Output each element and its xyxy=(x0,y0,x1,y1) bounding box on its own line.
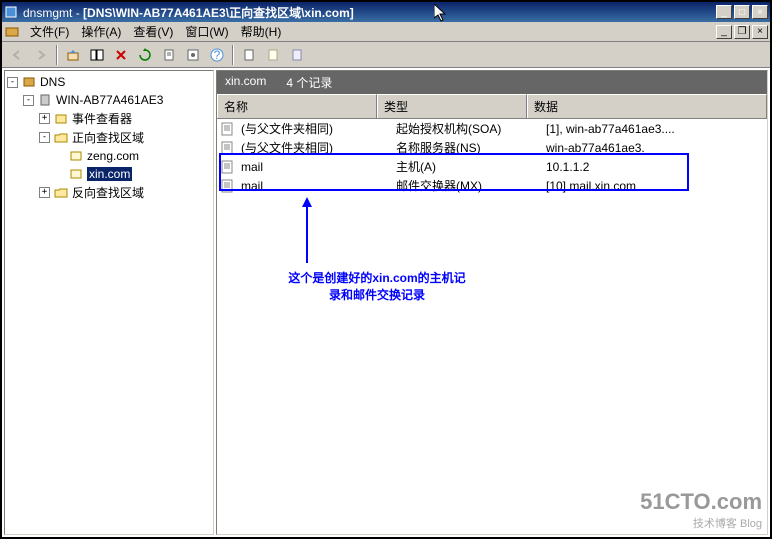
record-icon xyxy=(220,160,236,174)
server-icon xyxy=(37,92,53,108)
col-type[interactable]: 类型 xyxy=(377,94,527,118)
mdi-close-button[interactable]: × xyxy=(752,25,768,39)
zone-icon xyxy=(68,148,84,164)
record-row[interactable]: mail 主机(A) 10.1.1.2 xyxy=(217,157,767,176)
close-button[interactable]: × xyxy=(752,5,768,19)
delete-button[interactable] xyxy=(110,44,132,66)
tree-pane[interactable]: - DNS - WIN-AB77A461AE3 + 事件查看器 - 正向查找区域 xyxy=(4,70,214,535)
filter-button[interactable] xyxy=(262,44,284,66)
dns-icon xyxy=(4,24,20,40)
tree-zone-zeng[interactable]: zeng.com xyxy=(7,147,211,165)
new-record-button[interactable] xyxy=(238,44,260,66)
mdi-restore-button[interactable]: ❐ xyxy=(734,25,750,39)
annotation-text: 这个是创建好的xin.com的主机记 录和邮件交换记录 xyxy=(247,269,507,303)
record-count: 4 个记录 xyxy=(286,74,332,91)
watermark: 51CTO.com 技术博客 Blog xyxy=(640,489,762,531)
dns-root-icon xyxy=(21,74,37,90)
menu-file[interactable]: 文件(F) xyxy=(24,21,75,42)
record-icon xyxy=(220,122,236,136)
record-icon xyxy=(220,141,236,155)
maximize-button[interactable]: □ xyxy=(734,5,750,19)
refresh-button[interactable] xyxy=(134,44,156,66)
zone-icon xyxy=(68,166,84,182)
record-row[interactable]: mail 邮件交换器(MX) [10] mail.xin.com xyxy=(217,176,767,195)
menu-bar: 文件(F) 操作(A) 查看(V) 窗口(W) 帮助(H) _ ❐ × xyxy=(2,22,770,42)
properties-button[interactable] xyxy=(182,44,204,66)
menu-help[interactable]: 帮助(H) xyxy=(235,21,288,42)
list-pane: xin.com 4 个记录 名称 类型 数据 (与父文件夹相同) 起始授权机构(… xyxy=(216,70,768,535)
tree-server[interactable]: - WIN-AB77A461AE3 xyxy=(7,91,211,109)
menu-view[interactable]: 查看(V) xyxy=(127,21,179,42)
annotation-arrow-icon xyxy=(302,197,312,207)
back-button[interactable] xyxy=(6,44,28,66)
show-hide-tree-button[interactable] xyxy=(86,44,108,66)
svg-text:?: ? xyxy=(214,48,221,62)
menu-action[interactable]: 操作(A) xyxy=(75,21,127,42)
expand-icon[interactable]: + xyxy=(39,113,50,124)
tree-root-dns[interactable]: - DNS xyxy=(7,73,211,91)
menu-window[interactable]: 窗口(W) xyxy=(179,21,234,42)
collapse-icon[interactable]: - xyxy=(23,95,34,106)
column-headers: 名称 类型 数据 xyxy=(217,94,767,119)
col-data[interactable]: 数据 xyxy=(527,94,767,118)
forward-button[interactable] xyxy=(30,44,52,66)
mdi-minimize-button[interactable]: _ xyxy=(716,25,732,39)
tree-forward-zones[interactable]: - 正向查找区域 xyxy=(7,128,211,147)
window-title: dnsmgmt - [DNS\WIN-AB77A461AE3\正向查找区域\xi… xyxy=(23,4,716,21)
tree-zone-xin[interactable]: xin.com xyxy=(7,165,211,183)
folder-icon xyxy=(53,185,69,201)
zone-info-bar: xin.com 4 个记录 xyxy=(217,71,767,94)
collapse-icon[interactable]: - xyxy=(39,132,50,143)
toolbar: ? xyxy=(2,42,770,68)
record-icon xyxy=(220,179,236,193)
app-icon xyxy=(4,4,20,20)
export-button[interactable] xyxy=(158,44,180,66)
help-button[interactable]: ? xyxy=(206,44,228,66)
record-row[interactable]: (与父文件夹相同) 名称服务器(NS) win-ab77a461ae3. xyxy=(217,138,767,157)
col-name[interactable]: 名称 xyxy=(217,94,377,118)
event-icon xyxy=(53,111,69,127)
up-button[interactable] xyxy=(62,44,84,66)
tree-event-viewer[interactable]: + 事件查看器 xyxy=(7,109,211,128)
expand-icon[interactable]: + xyxy=(39,187,50,198)
zone-name: xin.com xyxy=(225,74,266,91)
folder-open-icon xyxy=(53,130,69,146)
record-list[interactable]: (与父文件夹相同) 起始授权机构(SOA) [1], win-ab77a461a… xyxy=(217,119,767,534)
minimize-button[interactable]: _ xyxy=(716,5,732,19)
record-row[interactable]: (与父文件夹相同) 起始授权机构(SOA) [1], win-ab77a461a… xyxy=(217,119,767,138)
tree-reverse-zones[interactable]: + 反向查找区域 xyxy=(7,183,211,202)
collapse-icon[interactable]: - xyxy=(7,77,18,88)
title-bar: dnsmgmt - [DNS\WIN-AB77A461AE3\正向查找区域\xi… xyxy=(2,2,770,22)
new-zone-button[interactable] xyxy=(286,44,308,66)
annotation-arrow-line xyxy=(306,207,308,263)
